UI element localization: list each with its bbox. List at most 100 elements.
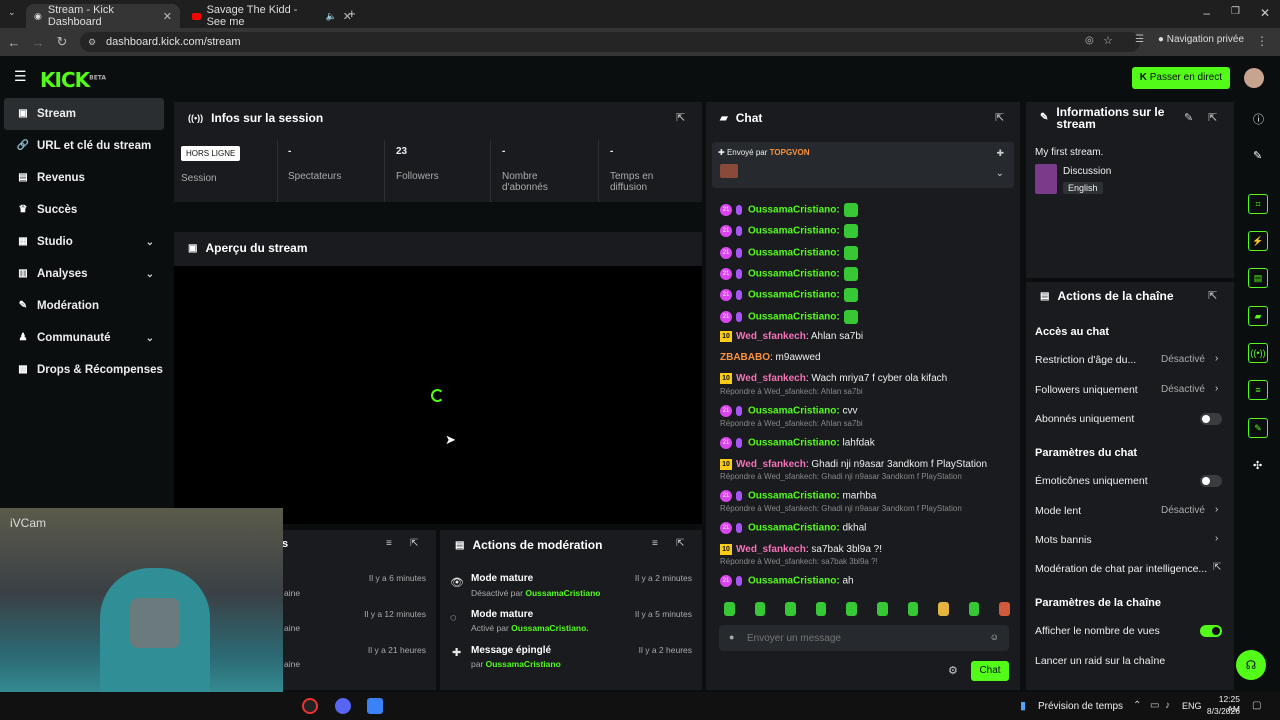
filter-icon[interactable]: ≡ bbox=[386, 538, 392, 549]
chevron-right-icon[interactable]: › bbox=[1215, 383, 1218, 394]
edit-icon[interactable]: ✎ bbox=[1184, 111, 1193, 124]
app-icon[interactable] bbox=[302, 698, 318, 714]
chat-message[interactable]: 21 OussamaCristiano: bbox=[720, 245, 858, 260]
emote-icon[interactable] bbox=[999, 602, 1010, 616]
clock-date[interactable]: 8/3/2026 bbox=[1206, 706, 1240, 716]
emote-icon[interactable] bbox=[968, 602, 980, 616]
emote-icon[interactable] bbox=[785, 602, 796, 616]
maximize-icon[interactable]: ❐ bbox=[1231, 6, 1240, 17]
apps-icon[interactable]: ✣ bbox=[1253, 459, 1262, 472]
pencil-icon[interactable]: ✎ bbox=[1253, 149, 1262, 162]
rail-list-icon[interactable]: ≡ bbox=[1248, 380, 1268, 400]
url-field[interactable]: ⚙ dashboard.kick.com/stream bbox=[80, 32, 1140, 52]
sidebar-item-analytics[interactable]: ▥ Analyses ⌄ bbox=[0, 258, 168, 290]
chat-message[interactable]: 21 OussamaCristiano: bbox=[720, 288, 858, 303]
send-chat-button[interactable]: Chat bbox=[971, 661, 1009, 681]
emote-icon[interactable] bbox=[724, 602, 735, 616]
tab-search-icon[interactable]: ☰ bbox=[1135, 34, 1144, 45]
chat-input-box[interactable]: ● ☺ bbox=[719, 625, 1009, 651]
chevron-right-icon[interactable]: › bbox=[1215, 353, 1218, 364]
sidebar-item-revenue[interactable]: ▤ Revenus bbox=[0, 162, 168, 194]
back-icon[interactable]: ← bbox=[2, 35, 26, 50]
avatar[interactable] bbox=[1244, 68, 1264, 88]
chat-message[interactable]: 21 OussamaCristiano: bbox=[720, 224, 858, 239]
eye-off-icon[interactable]: ◎ bbox=[1085, 35, 1094, 46]
info-icon[interactable]: ⓘ bbox=[1253, 111, 1264, 127]
chat-message[interactable]: 21 OussamaCristiano: bbox=[720, 203, 858, 217]
emote-icon[interactable] bbox=[876, 602, 888, 616]
chat-message[interactable]: 21 OussamaCristiano: marhba bbox=[720, 490, 876, 502]
chat-message[interactable]: 10 Wed_sfankech: Wach mriya7 f cyber ola … bbox=[720, 373, 947, 385]
chat-username[interactable]: OussamaCristiano: bbox=[748, 247, 840, 258]
mod-action-user[interactable]: OussamaCristiano bbox=[486, 659, 561, 669]
emote-icon[interactable] bbox=[815, 602, 827, 616]
chat-message[interactable]: 21 OussamaCristiano: lahfdak bbox=[720, 436, 875, 449]
chat-message[interactable]: 10 Wed_sfankech: Ghadi nji n9asar 3andkom… bbox=[720, 458, 987, 470]
ai-moderation-setting[interactable]: Modération de chat par intelligence... bbox=[1035, 563, 1207, 575]
rail-chat-icon[interactable]: ▰ bbox=[1248, 306, 1268, 326]
pinned-user[interactable]: TOPGVON bbox=[770, 148, 810, 157]
chat-message[interactable]: 10 Wed_sfankech: sa7bak 3bl9a ?! bbox=[720, 544, 882, 555]
popout-icon[interactable]: ⇱ bbox=[676, 538, 684, 549]
language-indicator[interactable]: ENG bbox=[1182, 701, 1202, 711]
incognito-indicator[interactable]: ● Navigation privée bbox=[1158, 34, 1244, 45]
sidebar-item-moderation[interactable]: ✎ Modération bbox=[0, 290, 168, 322]
show-views-toggle[interactable] bbox=[1200, 625, 1222, 637]
raid-button[interactable]: Lancer un raid sur la chaîne bbox=[1035, 655, 1165, 667]
close-icon[interactable]: ✕ bbox=[163, 10, 172, 23]
chat-message[interactable]: ZBABABO: m9awwed bbox=[720, 352, 821, 363]
chevron-right-icon[interactable]: › bbox=[1215, 504, 1218, 515]
chat-message[interactable]: 10 Wed_sfankech: Ahlan sa7bi bbox=[720, 330, 863, 342]
kick-logo[interactable]: KICKBETA bbox=[40, 68, 106, 92]
emotes-only-toggle[interactable] bbox=[1200, 475, 1222, 487]
chat-input[interactable] bbox=[747, 629, 977, 647]
chat-message[interactable]: 21 OussamaCristiano: ah bbox=[720, 575, 854, 588]
tab-kick-dashboard[interactable]: ◉ Stream - Kick Dashboard ✕ bbox=[26, 4, 180, 28]
settings-icon[interactable]: ⚙ bbox=[948, 664, 958, 677]
chat-username[interactable]: Wed_sfankech bbox=[736, 331, 806, 342]
star-icon[interactable]: ☆ bbox=[1103, 34, 1113, 47]
site-info-icon[interactable]: ⚙ bbox=[88, 32, 96, 52]
pinned-message[interactable]: ✚ Envoyé par TOPGVON ✚ ⌄ bbox=[712, 142, 1014, 188]
reload-icon[interactable]: ↻ bbox=[50, 34, 74, 50]
sidebar-item-stream[interactable]: ▣ Stream bbox=[4, 98, 164, 130]
hamburger-icon[interactable]: ☰ bbox=[14, 68, 27, 85]
emote-icon[interactable] bbox=[754, 602, 766, 616]
chat-message[interactable]: 21 OussamaCristiano: cvv bbox=[720, 404, 857, 417]
emote-icon[interactable] bbox=[938, 602, 949, 616]
forward-icon[interactable]: → bbox=[26, 35, 50, 50]
popout-icon[interactable]: ⇱ bbox=[1208, 289, 1217, 302]
filter-icon[interactable]: ≡ bbox=[652, 538, 658, 549]
emoji-icon[interactable]: ☺ bbox=[990, 632, 999, 642]
slow-mode-setting[interactable]: Mode lent bbox=[1035, 505, 1081, 517]
chat-username[interactable]: ZBABABO bbox=[720, 352, 770, 363]
notification-icon[interactable]: ▢ bbox=[1252, 700, 1261, 711]
tab-youtube[interactable]: Savage The Kidd - See me 🔈 ✕ bbox=[184, 4, 360, 28]
tab-menu-icon[interactable]: ⌄ bbox=[8, 7, 16, 18]
chat-message[interactable]: 21 OussamaCristiano: dkhal bbox=[720, 522, 866, 534]
popout-icon[interactable]: ⇱ bbox=[410, 538, 418, 549]
followers-only-setting[interactable]: Followers uniquement bbox=[1035, 384, 1138, 396]
support-button[interactable]: ☊ bbox=[1236, 650, 1266, 680]
chat-username[interactable]: Wed_sfankech bbox=[736, 544, 806, 555]
rail-lightning-icon[interactable]: ⚡ bbox=[1248, 231, 1268, 251]
emote-icon[interactable] bbox=[907, 602, 919, 616]
chat-username[interactable]: OussamaCristiano: bbox=[748, 576, 840, 587]
rail-broadcast-icon[interactable]: ((•)) bbox=[1248, 343, 1268, 363]
network-icon[interactable]: ▭ bbox=[1150, 700, 1159, 711]
rail-session-icon[interactable]: ⌗ bbox=[1248, 194, 1268, 214]
chat-username[interactable]: OussamaCristiano: bbox=[748, 405, 840, 416]
close-window-icon[interactable]: ✕ bbox=[1260, 6, 1270, 20]
emote-icon[interactable] bbox=[846, 602, 857, 616]
chat-username[interactable]: OussamaCristiano: bbox=[748, 290, 840, 301]
volume-icon[interactable]: ♪ bbox=[1165, 700, 1170, 711]
chat-username[interactable]: Wed_sfankech bbox=[736, 374, 806, 385]
chat-username[interactable]: OussamaCristiano: bbox=[748, 226, 840, 237]
chat-username[interactable]: OussamaCristiano: bbox=[748, 269, 840, 280]
mod-action-user[interactable]: OussamaCristiano. bbox=[511, 623, 588, 633]
menu-icon[interactable]: ⋮ bbox=[1256, 34, 1268, 48]
weather-label[interactable]: Prévision de temps bbox=[1038, 701, 1123, 712]
sidebar-item-community[interactable]: ♟ Communauté ⌄ bbox=[0, 322, 168, 354]
popout-icon[interactable]: ⇱ bbox=[995, 111, 1004, 124]
chevron-up-icon[interactable]: ⌃ bbox=[1133, 700, 1141, 711]
